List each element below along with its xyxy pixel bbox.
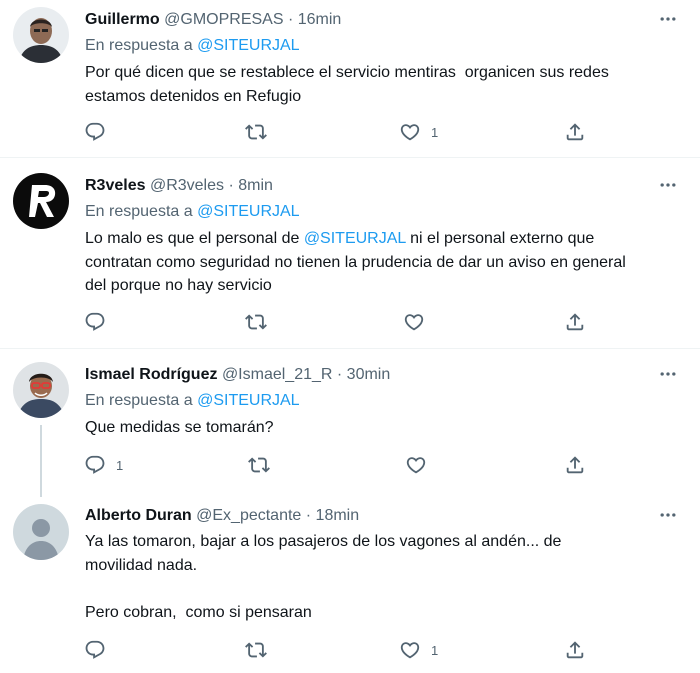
default-profile-avatar[interactable] — [13, 504, 69, 560]
tweet-actions: 1 — [0, 638, 700, 662]
tweet-header: Ismael Rodríguez @Ismael_21_R · 30min — [85, 365, 390, 385]
share-button[interactable] — [564, 453, 586, 477]
user-handle[interactable]: @GMOPRESAS — [164, 11, 283, 28]
more-icon[interactable] — [658, 364, 678, 384]
retweet-icon — [248, 457, 270, 473]
mention-link[interactable]: @SITEURJAL — [304, 230, 406, 247]
tweet-text-part: Lo malo es que el personal de — [85, 230, 304, 247]
retweet-button[interactable] — [245, 638, 267, 662]
share-button[interactable] — [564, 310, 586, 334]
reply-button[interactable] — [84, 120, 116, 144]
tweet-text: Lo malo es que el personal de @SITEURJAL… — [85, 227, 675, 298]
retweet-icon — [245, 642, 267, 658]
display-name[interactable]: Ismael Rodríguez — [85, 366, 217, 383]
reply-button[interactable]: 1 — [84, 453, 123, 477]
reply-prefix: En respuesta a — [85, 37, 193, 54]
tweet-text-part: Ya las tomaron, bajar a los pasajeros de… — [85, 533, 562, 621]
reply-icon — [85, 312, 105, 331]
reply-count: 1 — [116, 457, 124, 473]
display-name[interactable]: R3veles — [85, 177, 146, 194]
tweet-actions — [0, 310, 700, 334]
like-count: 1 — [431, 642, 439, 658]
timestamp[interactable]: · 8min — [228, 177, 272, 194]
like-icon — [406, 457, 426, 474]
more-icon[interactable] — [658, 9, 678, 29]
like-button[interactable]: 1 — [399, 638, 438, 662]
tweet-header: Alberto Duran @Ex_pectante · 18min — [85, 506, 359, 526]
user-handle[interactable]: @Ismael_21_R — [222, 366, 333, 383]
more-icon[interactable] — [658, 505, 678, 525]
reply-context: En respuesta a @SITEURJAL — [85, 36, 300, 56]
reply-context: En respuesta a @SITEURJAL — [85, 391, 300, 411]
man-avatar[interactable] — [13, 362, 69, 418]
tweet-actions: 1 — [0, 120, 700, 144]
tweet-text: Que medidas se tomarán? — [85, 416, 675, 440]
tweet-text: Por qué dicen que se restablece el servi… — [85, 61, 675, 108]
like-button[interactable] — [405, 453, 437, 477]
like-count: 1 — [431, 124, 439, 140]
like-button[interactable]: 1 — [399, 120, 438, 144]
more-icon[interactable] — [658, 175, 678, 195]
like-icon — [400, 124, 420, 141]
user-handle[interactable]: @R3veles — [150, 177, 224, 194]
reply-icon — [85, 122, 105, 141]
tweet-header: Guillermo @GMOPRESAS · 16min — [85, 10, 341, 30]
timestamp[interactable]: · 18min — [306, 507, 359, 524]
share-icon — [566, 313, 584, 331]
retweet-button[interactable] — [245, 120, 267, 144]
reply-prefix: En respuesta a — [85, 392, 193, 409]
reply-mention-link[interactable]: @SITEURJAL — [197, 37, 299, 54]
tweet-header: R3veles @R3veles · 8min — [85, 176, 273, 196]
retweet-button[interactable] — [248, 453, 270, 477]
reply-prefix: En respuesta a — [85, 203, 193, 220]
retweet-button[interactable] — [245, 310, 267, 334]
tweet-text-part: Que medidas se tomarán? — [85, 419, 274, 436]
reply-mention-link[interactable]: @SITEURJAL — [197, 392, 299, 409]
tweet[interactable]: R3veles @R3veles · 8min En respuesta a @… — [0, 158, 700, 348]
share-button[interactable] — [564, 120, 586, 144]
r-logo-avatar[interactable] — [13, 173, 69, 229]
timestamp[interactable]: · 16min — [288, 11, 341, 28]
tweet[interactable]: Ismael Rodríguez @Ismael_21_R · 30min En… — [0, 349, 700, 489]
man-avatar[interactable] — [13, 7, 69, 63]
timestamp[interactable]: · 30min — [337, 366, 390, 383]
retweet-icon — [245, 124, 267, 140]
display-name[interactable]: Guillermo — [85, 11, 160, 28]
reply-button[interactable] — [84, 638, 116, 662]
share-button[interactable] — [564, 638, 586, 662]
tweet-actions: 1 — [0, 453, 700, 477]
retweet-icon — [245, 314, 267, 330]
tweet[interactable]: Alberto Duran @Ex_pectante · 18min Ya la… — [0, 490, 700, 673]
like-icon — [404, 314, 424, 331]
share-icon — [566, 641, 584, 659]
tweet-text: Ya las tomaron, bajar a los pasajeros de… — [85, 530, 675, 624]
tweet-text-part: Por qué dicen que se restablece el servi… — [85, 64, 609, 105]
tweet[interactable]: Guillermo @GMOPRESAS · 16min En respuest… — [0, 0, 700, 157]
share-icon — [566, 456, 584, 474]
share-icon — [566, 123, 584, 141]
reply-icon — [85, 455, 105, 474]
reply-button[interactable] — [84, 310, 116, 334]
user-handle[interactable]: @Ex_pectante — [196, 507, 301, 524]
reply-mention-link[interactable]: @SITEURJAL — [197, 203, 299, 220]
like-button[interactable] — [403, 310, 435, 334]
reply-icon — [85, 640, 105, 659]
reply-context: En respuesta a @SITEURJAL — [85, 202, 300, 222]
display-name[interactable]: Alberto Duran — [85, 507, 192, 524]
like-icon — [400, 642, 420, 659]
